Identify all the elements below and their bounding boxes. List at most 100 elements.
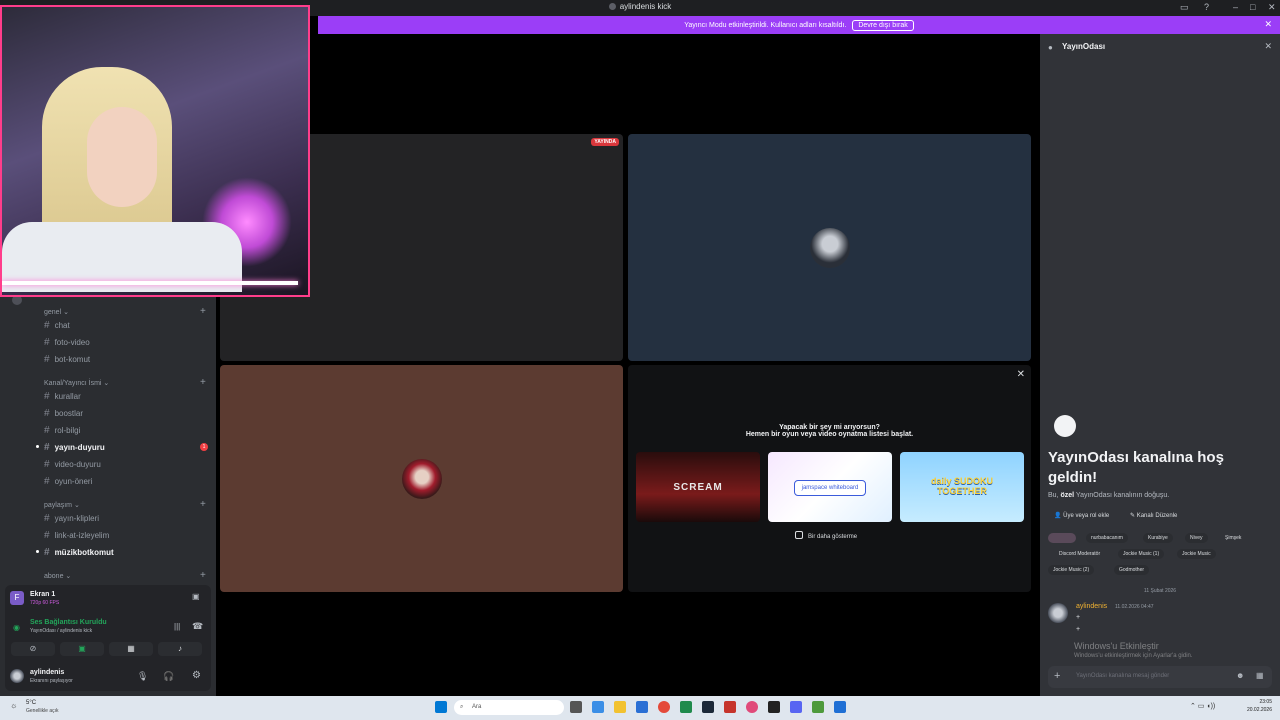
channel-kurallar[interactable]: # kurallar — [44, 391, 81, 402]
category-genel[interactable]: genel ⌄ + — [44, 306, 206, 317]
add-channel-icon[interactable]: + — [200, 306, 206, 317]
activity-tile: ✕ Yapacak bir şey mi arıyorsun? Hemen bi… — [628, 365, 1031, 592]
voice-status[interactable]: Ses Bağlantısı Kuruldu — [30, 619, 107, 626]
channel-video-duyuru[interactable]: # video-duyuru — [44, 459, 101, 470]
settings-gear-icon[interactable]: ⚙ — [192, 670, 201, 681]
obs-icon[interactable] — [768, 701, 780, 713]
disable-streamer-mode-button[interactable]: Devre dışı bırak — [852, 19, 914, 31]
tray-icons[interactable]: ⌃ ▭ ◖)) — [1190, 702, 1215, 710]
banner-close-icon[interactable]: ✕ — [1264, 19, 1272, 30]
role-chip[interactable]: Jockie Music (1) — [1118, 549, 1165, 559]
role-chip[interactable]: nurbabacanım — [1086, 533, 1128, 543]
role-chip[interactable]: Nivey — [1185, 533, 1208, 543]
video-tile-user[interactable] — [628, 134, 1031, 361]
neon-bar — [2, 281, 298, 285]
inbox-icon[interactable]: ▭ — [1180, 2, 1189, 13]
avatar[interactable] — [1048, 603, 1068, 623]
screen-share-button[interactable]: ▣ — [60, 642, 104, 656]
role-chip[interactable]: Godmother — [1114, 565, 1150, 575]
role-chip[interactable]: Discord Moderatör — [1054, 549, 1105, 559]
category-abone[interactable]: abone ⌄ + — [44, 570, 206, 581]
channel-chat-panel: ● YayınOdası ✕ YayınOdası kanalına hoş g… — [1040, 34, 1280, 696]
steam-icon[interactable] — [702, 701, 714, 713]
role-chip[interactable]: Jockie Music (2) — [1048, 565, 1095, 575]
unread-indicator — [36, 445, 39, 448]
chrome-icon[interactable] — [658, 701, 670, 713]
category-paylasim[interactable]: paylaşım ⌄ + — [44, 499, 206, 510]
camera-button[interactable]: ⊘ — [11, 642, 55, 656]
file-explorer-icon[interactable] — [614, 701, 626, 713]
activity-prompt: Yapacak bir şey mi arıyorsun? Hemen bir … — [745, 424, 914, 438]
add-channel-icon[interactable]: + — [200, 570, 206, 581]
role-chip[interactable]: Kurabiye — [1143, 533, 1173, 543]
avatar[interactable] — [10, 669, 24, 683]
minecraft-icon[interactable] — [812, 701, 824, 713]
help-icon[interactable]: ? — [1204, 2, 1209, 12]
weather-icon[interactable]: ☼ — [10, 701, 17, 710]
store-icon[interactable] — [636, 701, 648, 713]
weather-text[interactable]: Genellikle açık — [26, 708, 59, 714]
close-button[interactable]: ✕ — [1268, 2, 1276, 13]
maximize-button[interactable]: □ — [1250, 2, 1255, 12]
message-author[interactable]: aylindenis — [1076, 603, 1107, 610]
screen-share-title: Ekran 1 — [30, 591, 56, 598]
voice-channel[interactable]: YayınOdası / aylindenis kick — [30, 628, 92, 634]
channel-chat[interactable]: # chat — [44, 320, 70, 331]
streamer-mode-banner: Yayıncı Modu etkinleştirildi. Kullanıcı … — [318, 16, 1280, 34]
discord-icon[interactable] — [790, 701, 802, 713]
role-chip[interactable]: Jockie Music — [1177, 549, 1216, 559]
game-card-scream[interactable]: SCREAM — [636, 452, 760, 522]
channel-yayin-duyuru[interactable]: # yayın-duyuru — [36, 442, 105, 453]
channel-link-at-izleyelim[interactable]: # link-at-izleyelim — [44, 530, 109, 541]
weather-temp[interactable]: 5°C — [26, 700, 36, 706]
opera-icon[interactable] — [746, 701, 758, 713]
clock-date[interactable]: 20.02.2026 — [1236, 707, 1272, 713]
screen-share-settings-icon[interactable]: ▣ — [192, 592, 200, 601]
game-card-whiteboard[interactable]: jamspace whiteboard — [768, 452, 892, 522]
checkbox[interactable] — [795, 531, 803, 539]
soundboard-button[interactable]: ♪ — [158, 642, 202, 656]
app-icon[interactable] — [724, 701, 736, 713]
add-attachment-icon[interactable]: + — [1054, 670, 1060, 682]
task-view-icon[interactable] — [570, 701, 582, 713]
screen-icon: F — [10, 591, 24, 605]
headphones-icon[interactable]: 🎧 — [163, 671, 174, 682]
start-icon[interactable] — [435, 701, 447, 713]
category-kanal[interactable]: Kanal/Yayıncı İsmi ⌄ + — [44, 377, 206, 388]
noise-suppression-icon[interactable]: ||| — [174, 622, 180, 631]
close-panel-icon[interactable]: ✕ — [1264, 41, 1272, 52]
edit-channel-button[interactable]: ✎ Kanalı Düzenle — [1130, 512, 1177, 519]
user-panel: F Ekran 1 720p 60 FPS ▣ ◉ Ses Bağlantısı… — [5, 585, 211, 691]
add-member-button[interactable]: 👤 Üye veya rol ekle — [1054, 512, 1109, 519]
dont-show-again[interactable]: Bir daha gösterme — [795, 531, 857, 540]
game-card-sudoku[interactable]: daily SUDOKU TOGETHER — [900, 452, 1024, 522]
activities-button[interactable]: ▦ — [109, 642, 153, 656]
role-chip[interactable]: Şimşek — [1220, 533, 1246, 543]
add-channel-icon[interactable]: + — [200, 377, 206, 388]
channel-yayin-klipleri[interactable]: # yayın-klipleri — [44, 513, 99, 524]
avatar — [402, 459, 442, 499]
clock-time[interactable]: 23:05 — [1242, 699, 1272, 705]
minimize-button[interactable]: – — [1233, 2, 1238, 12]
channel-oyun-oneri[interactable]: # oyun-öneri — [44, 476, 92, 487]
add-channel-icon[interactable]: + — [200, 499, 206, 510]
disconnect-icon[interactable]: ☎ — [192, 621, 203, 632]
channel-rol-bilgi[interactable]: # rol-bilgi — [44, 425, 80, 436]
activation-watermark-sub: Windows'u etkinleştirmek için Ayarlar'a … — [1074, 653, 1193, 659]
copilot-icon[interactable] — [592, 701, 604, 713]
emoji-icon[interactable]: ☻ — [1236, 671, 1244, 680]
taskbar-search[interactable]: ⌕ Ara — [454, 700, 564, 715]
channel-muzikbotkomut[interactable]: # müzikbotkomut — [36, 547, 114, 558]
username[interactable]: aylindenis — [30, 669, 64, 676]
channel-bot-komut[interactable]: # bot-komut — [44, 354, 90, 365]
apps-icon[interactable]: ▦ — [1256, 671, 1264, 680]
app-icon[interactable] — [834, 701, 846, 713]
message-input[interactable]: + YayınOdası kanalına mesaj gönder ☻ ▦ — [1048, 666, 1272, 688]
close-activity-icon[interactable]: ✕ — [1017, 369, 1025, 380]
app-icon[interactable] — [680, 701, 692, 713]
channel-foto-video[interactable]: # foto-video — [44, 337, 90, 348]
microphone-icon[interactable]: 🎙 — [137, 671, 148, 682]
video-tile-user[interactable] — [220, 365, 623, 592]
chat-bubble-icon: ● — [1048, 43, 1053, 52]
channel-boostlar[interactable]: # boostlar — [44, 408, 83, 419]
